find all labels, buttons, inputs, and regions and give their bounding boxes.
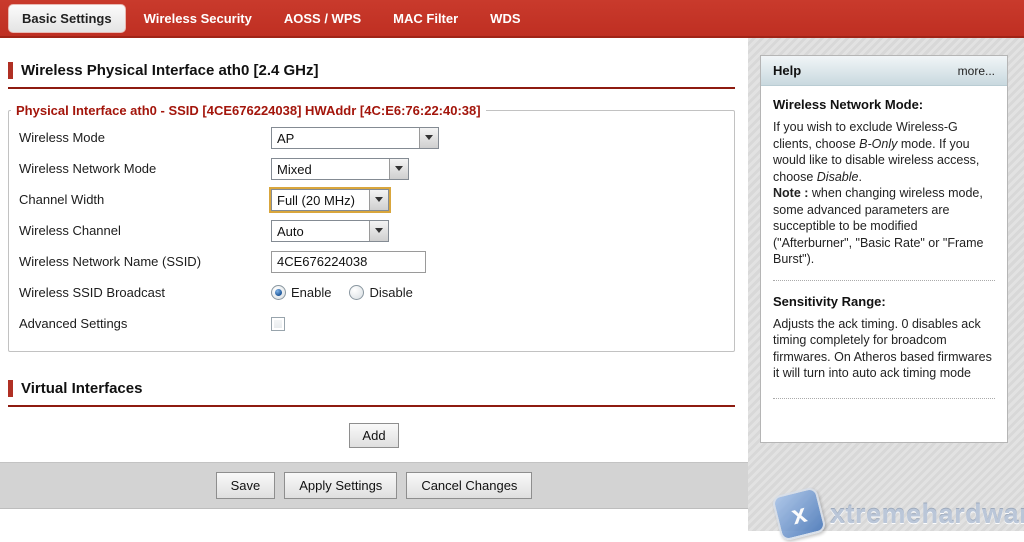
disable-radio-label: Disable — [369, 285, 412, 300]
fieldset-legend: Physical Interface ath0 - SSID [4CE67622… — [11, 103, 486, 118]
enable-radio-label: Enable — [291, 285, 331, 300]
heading-accent-bar — [8, 380, 13, 397]
ssid-row: Wireless Network Name (SSID) — [9, 246, 734, 277]
wireless-mode-label: Wireless Mode — [19, 130, 271, 145]
help-panel: Help more... Wireless Network Mode: If y… — [760, 55, 1008, 443]
enable-option: Enable — [271, 285, 331, 300]
help-section1-title: Wireless Network Mode: — [773, 96, 995, 113]
network-mode-select[interactable]: Mixed — [271, 158, 409, 180]
disable-radio[interactable] — [349, 285, 364, 300]
wireless-channel-label: Wireless Channel — [19, 223, 271, 238]
advanced-settings-label: Advanced Settings — [19, 316, 271, 331]
watermark-text: xtremehardware.it — [830, 499, 1024, 530]
wireless-mode-select[interactable]: AP — [271, 127, 439, 149]
heading-accent-bar — [8, 62, 13, 79]
top-nav: Basic Settings Wireless Security AOSS / … — [0, 0, 1024, 38]
virtual-interfaces-title: Virtual Interfaces — [21, 380, 142, 397]
section-heading-virtual: Virtual Interfaces — [8, 380, 748, 397]
main-content: Wireless Physical Interface ath0 [2.4 GH… — [0, 38, 748, 531]
help-section2-text: Adjusts the ack timing. 0 disables ack t… — [773, 316, 995, 382]
chevron-down-icon — [419, 128, 438, 148]
tab-basic-settings[interactable]: Basic Settings — [8, 4, 126, 33]
help-more-link[interactable]: more... — [958, 64, 995, 78]
help-section1-text: If you wish to exclude Wireless-G client… — [773, 119, 995, 185]
add-row: Add — [0, 423, 748, 448]
ssid-broadcast-row: Wireless SSID Broadcast Enable Disable — [9, 277, 734, 308]
cancel-changes-button[interactable]: Cancel Changes — [406, 472, 532, 499]
router-admin-page: Basic Settings Wireless Security AOSS / … — [0, 0, 1024, 531]
help-section2-title: Sensitivity Range: — [773, 293, 995, 310]
advanced-settings-checkbox[interactable] — [271, 317, 285, 331]
tab-wds[interactable]: WDS — [476, 5, 534, 32]
help-header: Help more... — [761, 56, 1007, 86]
help-note: Note : when changing wireless mode, some… — [773, 185, 995, 268]
tab-wireless-security[interactable]: Wireless Security — [130, 5, 266, 32]
heading-rule — [8, 87, 735, 89]
network-mode-label: Wireless Network Mode — [19, 161, 271, 176]
tab-mac-filter[interactable]: MAC Filter — [379, 5, 472, 32]
network-mode-row: Wireless Network Mode Mixed — [9, 153, 734, 184]
wireless-channel-select[interactable]: Auto — [271, 220, 389, 242]
watermark: x xtremehardware.it — [776, 491, 1024, 537]
sidebar: Help more... Wireless Network Mode: If y… — [748, 38, 1024, 531]
section-heading-physical: Wireless Physical Interface ath0 [2.4 GH… — [8, 62, 748, 79]
wireless-channel-row: Wireless Channel Auto — [9, 215, 734, 246]
disable-option: Disable — [349, 285, 412, 300]
xtremehardware-logo-icon: x — [771, 486, 827, 542]
physical-interface-fieldset: Physical Interface ath0 - SSID [4CE67622… — [8, 103, 735, 352]
ssid-label: Wireless Network Name (SSID) — [19, 254, 271, 269]
ssid-input[interactable] — [271, 251, 426, 273]
wireless-channel-value: Auto — [272, 221, 369, 241]
enable-radio[interactable] — [271, 285, 286, 300]
chevron-down-icon — [369, 190, 388, 210]
apply-settings-button[interactable]: Apply Settings — [284, 472, 397, 499]
channel-width-row: Channel Width Full (20 MHz) — [9, 184, 734, 215]
page-title: Wireless Physical Interface ath0 [2.4 GH… — [21, 62, 319, 79]
heading-rule — [8, 405, 735, 407]
help-body: Wireless Network Mode: If you wish to ex… — [761, 86, 1007, 421]
help-title: Help — [773, 63, 801, 78]
ssid-broadcast-label: Wireless SSID Broadcast — [19, 285, 271, 300]
wireless-mode-value: AP — [272, 128, 419, 148]
add-button[interactable]: Add — [349, 423, 398, 448]
help-divider — [773, 398, 995, 399]
wireless-mode-row: Wireless Mode AP — [9, 122, 734, 153]
channel-width-label: Channel Width — [19, 192, 271, 207]
channel-width-value: Full (20 MHz) — [272, 190, 369, 210]
channel-width-select[interactable]: Full (20 MHz) — [271, 189, 389, 211]
chevron-down-icon — [369, 221, 388, 241]
help-divider — [773, 280, 995, 281]
chevron-down-icon — [389, 159, 408, 179]
action-bar: Save Apply Settings Cancel Changes — [0, 462, 748, 509]
network-mode-value: Mixed — [272, 159, 389, 179]
tab-aoss-wps[interactable]: AOSS / WPS — [270, 5, 375, 32]
save-button[interactable]: Save — [216, 472, 276, 499]
advanced-settings-row: Advanced Settings — [9, 308, 734, 339]
